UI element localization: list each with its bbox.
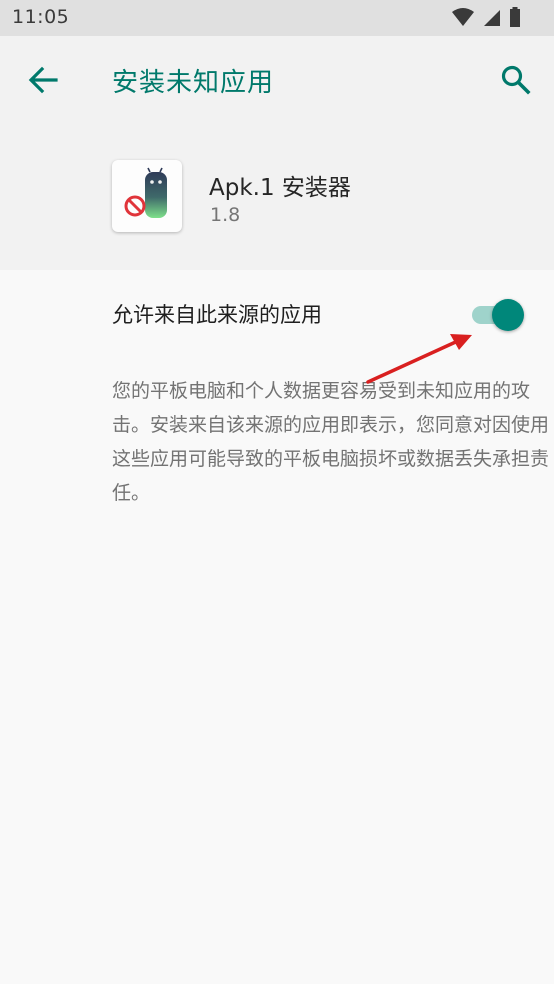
arrow-back-icon [28,66,58,94]
app-version: 1.8 [210,204,241,226]
app-name: Apk.1 安装器 [209,175,351,201]
block-icon [124,195,146,217]
back-button[interactable] [26,64,60,96]
signal-icon [484,10,500,26]
battery-icon [510,7,520,27]
warning-description: 您的平板电脑和个人数据更容易受到未知应用的攻击。安装来自该来源的应用即表示，您同… [112,380,550,504]
allow-toggle-switch[interactable] [470,297,526,331]
android-robot-icon [145,167,167,218]
settings-content: 允许来自此来源的应用 您的平板电脑和个人数据更容易受到未知应用的攻击。安装来自该… [0,270,554,984]
app-bar: 安装未知应用 [0,36,554,124]
status-icons [448,6,544,30]
status-time: 11:05 [12,6,70,28]
wifi-icon [452,8,474,26]
status-bar: 11:05 [0,0,554,36]
setting-label: 允许来自此来源的应用 [112,303,322,327]
toggle-thumb [492,299,524,331]
search-icon [501,65,531,95]
search-button[interactable] [500,64,532,96]
allow-from-source-setting[interactable]: 允许来自此来源的应用 [0,282,554,344]
app-header: Apk.1 安装器 1.8 [0,124,554,270]
page-title: 安装未知应用 [112,68,275,98]
app-icon [112,160,182,232]
